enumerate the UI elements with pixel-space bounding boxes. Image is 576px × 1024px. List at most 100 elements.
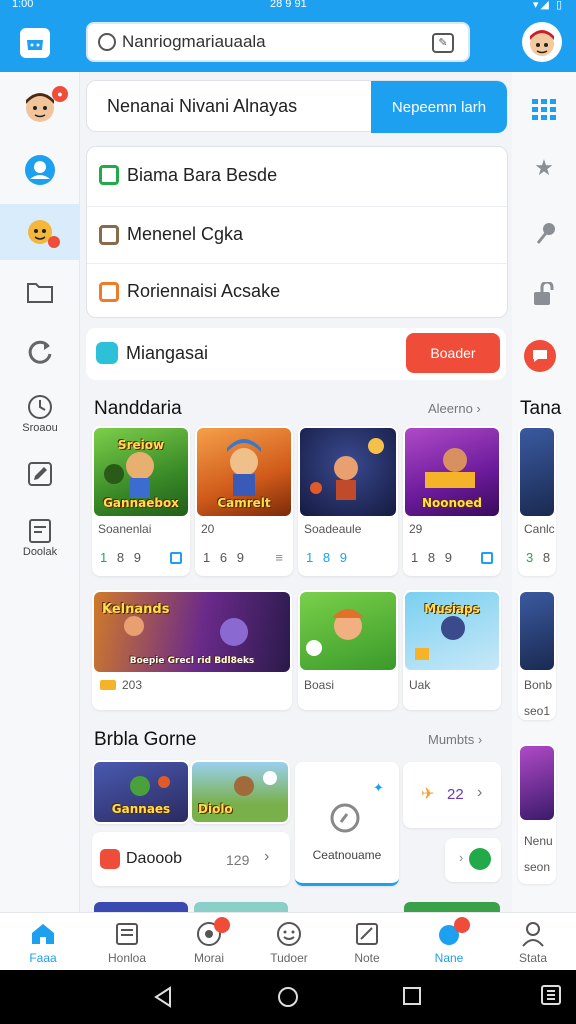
reader-button[interactable]: Boader xyxy=(406,333,500,373)
list-item[interactable]: Daooob 129 › xyxy=(92,832,290,886)
game-name: 20 xyxy=(201,522,215,536)
category-icon xyxy=(99,165,119,185)
game-tile[interactable]: Boasi xyxy=(298,590,398,710)
sidebar-item-profile[interactable]: ● xyxy=(0,78,80,134)
star-icon[interactable]: ★ xyxy=(528,152,560,184)
see-more-link[interactable]: Aleerno › xyxy=(428,401,481,416)
back-icon[interactable] xyxy=(152,986,174,1008)
menu-item[interactable]: Roriennaisi Acsake xyxy=(87,263,507,319)
home-circle-icon[interactable] xyxy=(277,986,299,1008)
nav-stata[interactable]: Stata xyxy=(492,917,574,969)
left-sidebar: ● Sroaou Doolak xyxy=(0,72,80,912)
game-tile-partial[interactable]: Bonb seo1 xyxy=(518,590,556,720)
game-name: Uak xyxy=(409,678,431,692)
note-icon xyxy=(354,921,380,947)
grid-menu-icon[interactable] xyxy=(528,94,560,126)
top-app-bar: ✎ xyxy=(0,14,576,72)
nav-home[interactable]: Faaa xyxy=(2,917,84,969)
bag-icon xyxy=(170,552,182,564)
game-art-title: Musiaps xyxy=(424,602,480,616)
menu-item[interactable]: Biama Bara Besde xyxy=(87,147,507,203)
game-name: 203 xyxy=(122,678,143,692)
nav-tudoer[interactable]: Tudoer xyxy=(248,917,330,969)
game-tile[interactable]: Sreiow Gannaebox Soanenlai 1 8 9 xyxy=(92,426,190,576)
nav-nane[interactable]: Nane xyxy=(408,917,490,969)
status-icons: ▾◢ ▯ xyxy=(532,0,564,11)
sidebar-item-library[interactable] xyxy=(0,264,80,320)
game-tile[interactable]: Musiaps Uak xyxy=(403,590,501,710)
nav-morai[interactable]: Morai xyxy=(168,917,250,969)
see-more-link[interactable]: Mumbts › xyxy=(428,732,482,747)
sidebar-item-games[interactable] xyxy=(0,204,80,260)
menu-item[interactable]: Menenel Cgka xyxy=(87,206,507,262)
message-icon[interactable] xyxy=(524,340,556,372)
small-card[interactable]: ✈ 22 › xyxy=(403,762,501,828)
sidebar-item-edit[interactable] xyxy=(0,446,80,502)
menu-item-label: Menenel Cgka xyxy=(127,224,244,244)
microphone-icon[interactable] xyxy=(528,218,560,250)
play-card[interactable]: › xyxy=(445,838,501,882)
promo-button[interactable]: Nepeemn larh xyxy=(371,81,507,133)
game-name: Boasi xyxy=(304,678,335,692)
sidebar-item-chat[interactable] xyxy=(0,142,80,198)
game-art-title: Camrelt xyxy=(217,496,271,510)
bottom-navigation: Faaa Honloa Morai Tudoer Note Nane Stata xyxy=(0,912,576,970)
game-tile-wide[interactable]: Kelnands Boepie Grecl rid Bdl8eks 203 xyxy=(92,590,292,710)
sidebar-label: Sroaou xyxy=(22,422,58,434)
game-art-title: Sreiow xyxy=(117,438,165,452)
game-name: seon xyxy=(524,860,551,874)
search-icon xyxy=(98,33,116,51)
featured-card[interactable]: ✦ Ceatnouame xyxy=(295,762,399,886)
recents-icon[interactable] xyxy=(402,986,422,1006)
chevron-right-icon: › xyxy=(459,850,464,865)
home-icon xyxy=(30,921,56,947)
game-tile[interactable]: Noonoed 29 1 8 9 xyxy=(403,426,501,576)
sidebar-item-clock[interactable]: Sroaou xyxy=(0,386,80,442)
nav-label: Honloa xyxy=(107,951,147,965)
menu-item-label: Roriennaisi Acsake xyxy=(127,281,281,301)
game-art: Musiaps xyxy=(405,592,499,670)
store-home-button[interactable] xyxy=(20,28,50,58)
game-art-title: Gannaes xyxy=(111,802,171,816)
nav-label: Faaa xyxy=(29,951,57,965)
sidebar-item-refresh[interactable] xyxy=(0,324,80,380)
app-icon xyxy=(96,342,118,364)
notification-badge xyxy=(214,917,230,933)
nav-label: Note xyxy=(354,951,380,965)
game-tile[interactable]: Soadeaule 1 8 9 xyxy=(298,426,398,576)
compass-icon xyxy=(330,803,360,833)
chevron-right-icon: › xyxy=(477,784,483,801)
status-time: 1:00 xyxy=(12,0,34,10)
nav-note[interactable]: Note xyxy=(326,917,408,969)
play-icon[interactable] xyxy=(469,848,491,870)
game-tile[interactable]: Diolo xyxy=(190,760,290,824)
game-name: Canlc xyxy=(524,522,555,536)
unlock-icon[interactable] xyxy=(528,278,560,310)
game-art: Diolo xyxy=(192,762,288,822)
game-tile-partial[interactable]: Nenu seon xyxy=(518,744,556,884)
nav-label: Stata xyxy=(518,951,548,965)
edit-icon[interactable]: ✎ xyxy=(432,33,454,53)
keyboard-icon[interactable] xyxy=(540,984,562,1006)
game-tile[interactable]: Camrelt 20 1 6 9 ≡ xyxy=(195,426,293,576)
clock-icon xyxy=(28,395,52,419)
nav-honloa[interactable]: Honloa xyxy=(86,917,168,969)
nav-label: Nane xyxy=(434,951,464,965)
game-tile[interactable]: Gannaes xyxy=(92,760,190,824)
game-name: seo1 xyxy=(524,704,551,718)
status-bar: 1:00 28 9 91 ▾◢ ▯ xyxy=(0,0,576,14)
user-avatar[interactable] xyxy=(522,22,562,62)
mg-label: Miangasai xyxy=(126,343,209,363)
sidebar-item-docs[interactable]: Doolak xyxy=(0,510,80,566)
promo-text: Nenanai Nivani Alnayas xyxy=(107,96,298,116)
game-stats: 3 8 xyxy=(526,550,554,565)
game-name: Soanenlai xyxy=(98,522,152,536)
section-title: Brbla Gorne xyxy=(94,729,197,750)
chat-icon xyxy=(25,155,55,185)
small-card-value: 22 xyxy=(447,786,464,803)
search-bar[interactable]: ✎ xyxy=(86,22,470,62)
app-icon xyxy=(100,849,120,869)
sidebar-label: Doolak xyxy=(22,546,58,558)
game-tile-partial[interactable]: Canlc 3 8 xyxy=(518,426,556,576)
search-input[interactable] xyxy=(122,32,412,52)
